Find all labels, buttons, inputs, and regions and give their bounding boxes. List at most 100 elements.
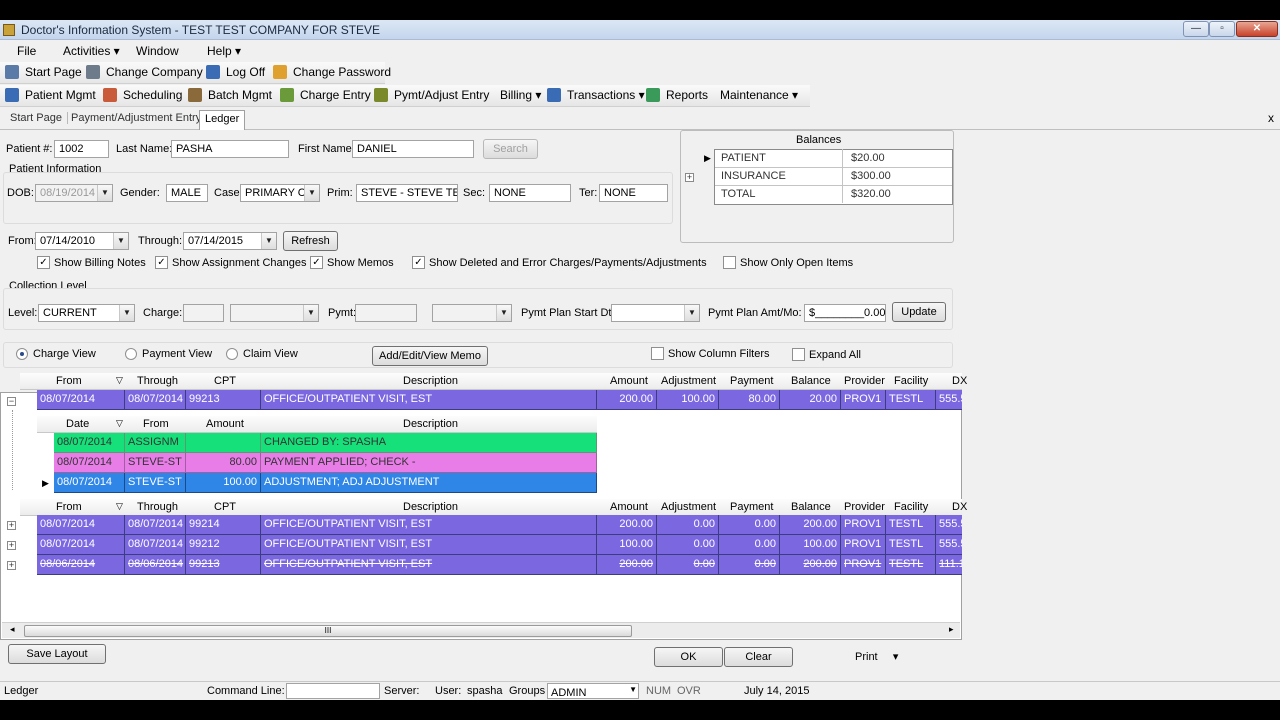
show-assignment-changes-checkbox[interactable]: ✓ Show Assignment Changes	[155, 256, 307, 269]
tab-payment-adjustment-entry[interactable]: Payment/Adjustment Entry	[66, 112, 208, 124]
groups-select[interactable]: ADMIN ▼	[547, 683, 639, 699]
memo-button[interactable]: Add/Edit/View Memo	[372, 346, 488, 366]
plan-start-date-field[interactable]: ▼	[611, 304, 700, 322]
scroll-right-icon[interactable]: ▸	[949, 624, 954, 635]
header-facility[interactable]: Facility	[894, 375, 928, 387]
show-billing-notes-checkbox[interactable]: ✓ Show Billing Notes	[37, 256, 146, 269]
pymt-adjust-entry-button[interactable]: Pymt/Adjust Entry	[374, 88, 489, 102]
header2-amount[interactable]: Amount	[610, 501, 648, 513]
ter-field[interactable]: NONE	[599, 184, 668, 202]
sub-header-date[interactable]: Date	[66, 418, 89, 430]
expand-row-icon[interactable]: +	[7, 521, 16, 530]
pymt-select[interactable]: ▼	[432, 304, 512, 322]
show-only-open-items-checkbox[interactable]: Show Only Open Items	[723, 256, 853, 269]
show-memos-checkbox[interactable]: ✓ Show Memos	[310, 256, 394, 269]
header-description[interactable]: Description	[403, 375, 458, 387]
patient-mgmt-button[interactable]: Patient Mgmt	[5, 88, 96, 102]
close-button[interactable]: ✕	[1236, 21, 1278, 37]
menu-help[interactable]: Help ▾	[207, 44, 241, 58]
payment-view-radio[interactable]: Payment View	[125, 348, 212, 360]
sub-header-from[interactable]: From	[143, 418, 169, 430]
sec-field[interactable]: NONE	[489, 184, 571, 202]
header-from[interactable]: From	[56, 375, 82, 387]
horizontal-scrollbar[interactable]: ◂ III ▸	[2, 622, 960, 638]
maintenance-button[interactable]: Maintenance ▾	[720, 88, 798, 102]
header2-description[interactable]: Description	[403, 501, 458, 513]
header-cpt[interactable]: CPT	[214, 375, 236, 387]
menu-window[interactable]: Window	[136, 44, 179, 58]
save-layout-button[interactable]: Save Layout	[8, 644, 106, 664]
header2-balance[interactable]: Balance	[791, 501, 831, 513]
header-provider[interactable]: Provider	[844, 375, 885, 387]
claim-view-radio[interactable]: Claim View	[226, 348, 298, 360]
sub-sort-icon[interactable]: ▽	[116, 418, 123, 429]
tab-ledger[interactable]: Ledger	[199, 110, 246, 130]
plan-amount-field[interactable]: $________0.00	[804, 304, 886, 322]
sort-icon[interactable]: ▽	[116, 375, 123, 386]
header-balance[interactable]: Balance	[791, 375, 831, 387]
menu-file[interactable]: File	[17, 44, 36, 58]
charge-select[interactable]: ▼	[230, 304, 319, 322]
pymt-field[interactable]	[355, 304, 417, 322]
gender-field[interactable]: MALE	[166, 184, 208, 202]
clear-button[interactable]: Clear	[724, 647, 793, 667]
prim-field[interactable]: STEVE - STEVE TE	[356, 184, 458, 202]
header-adjustment[interactable]: Adjustment	[661, 375, 716, 387]
first-name-field[interactable]: DANIEL	[352, 140, 474, 158]
change-company-button[interactable]: Change Company	[86, 65, 203, 79]
charge-entry-button[interactable]: Charge Entry	[280, 88, 371, 102]
expand-all-checkbox[interactable]: Expand All	[792, 348, 861, 361]
header2-dx[interactable]: DX	[952, 501, 967, 513]
ok-button[interactable]: OK	[654, 647, 723, 667]
header2-facility[interactable]: Facility	[894, 501, 928, 513]
header2-payment[interactable]: Payment	[730, 501, 773, 513]
close-tab-icon[interactable]: x	[1268, 111, 1274, 125]
header2-cpt[interactable]: CPT	[214, 501, 236, 513]
log-off-button[interactable]: Log Off	[206, 65, 265, 79]
billing-button[interactable]: Billing ▾	[500, 88, 541, 102]
balances-expand-icon[interactable]: +	[685, 173, 694, 182]
tab-start-page[interactable]: Start Page	[5, 112, 68, 124]
last-name-field[interactable]: PASHA	[171, 140, 289, 158]
expand-row-icon[interactable]: +	[7, 541, 16, 550]
minimize-button[interactable]: —	[1183, 21, 1209, 37]
header2-provider[interactable]: Provider	[844, 501, 885, 513]
reports-button[interactable]: Reports	[646, 88, 708, 102]
header-through[interactable]: Through	[137, 375, 178, 387]
show-column-filters-checkbox[interactable]: Show Column Filters	[651, 347, 769, 360]
print-button[interactable]: Print ▾	[855, 650, 898, 663]
menu-activities[interactable]: Activities ▾	[63, 44, 120, 58]
scheduling-button[interactable]: Scheduling	[103, 88, 182, 102]
sort-icon-2[interactable]: ▽	[116, 501, 123, 512]
start-page-button[interactable]: Start Page	[5, 65, 82, 79]
sub-header-description[interactable]: Description	[403, 418, 458, 430]
header-payment[interactable]: Payment	[730, 375, 773, 387]
show-deleted-checkbox[interactable]: ✓ Show Deleted and Error Charges/Payments…	[412, 256, 707, 269]
scroll-thumb[interactable]: III	[24, 625, 632, 637]
change-password-button[interactable]: Change Password	[273, 65, 391, 79]
maximize-button[interactable]: ▫	[1209, 21, 1235, 37]
transactions-button[interactable]: Transactions ▾	[547, 88, 645, 102]
sub-header-amount[interactable]: Amount	[206, 418, 244, 430]
header2-from[interactable]: From	[56, 501, 82, 513]
header2-through[interactable]: Through	[137, 501, 178, 513]
charge-field[interactable]	[183, 304, 224, 322]
search-button[interactable]: Search	[483, 139, 538, 159]
through-date-field[interactable]: 07/14/2015 ▼	[183, 232, 277, 250]
header-dx[interactable]: DX	[952, 375, 967, 387]
from-date-field[interactable]: 07/14/2010 ▼	[35, 232, 129, 250]
level-select[interactable]: CURRENT ▼	[38, 304, 135, 322]
patient-num-field[interactable]: 1002	[54, 140, 109, 158]
batch-mgmt-button[interactable]: Batch Mgmt	[188, 88, 272, 102]
header2-adjustment[interactable]: Adjustment	[661, 501, 716, 513]
collapse-row-icon[interactable]: −	[7, 397, 16, 406]
update-button[interactable]: Update	[892, 302, 946, 322]
refresh-button[interactable]: Refresh	[283, 231, 338, 251]
expand-row-icon[interactable]: +	[7, 561, 16, 570]
dob-field[interactable]: 08/19/2014 ▼	[35, 184, 113, 202]
scroll-left-icon[interactable]: ◂	[10, 624, 15, 635]
charge-view-radio[interactable]: Charge View	[16, 348, 96, 360]
case-select[interactable]: PRIMARY CA ▼	[240, 184, 320, 202]
header-amount[interactable]: Amount	[610, 375, 648, 387]
command-line-input[interactable]	[286, 683, 380, 699]
